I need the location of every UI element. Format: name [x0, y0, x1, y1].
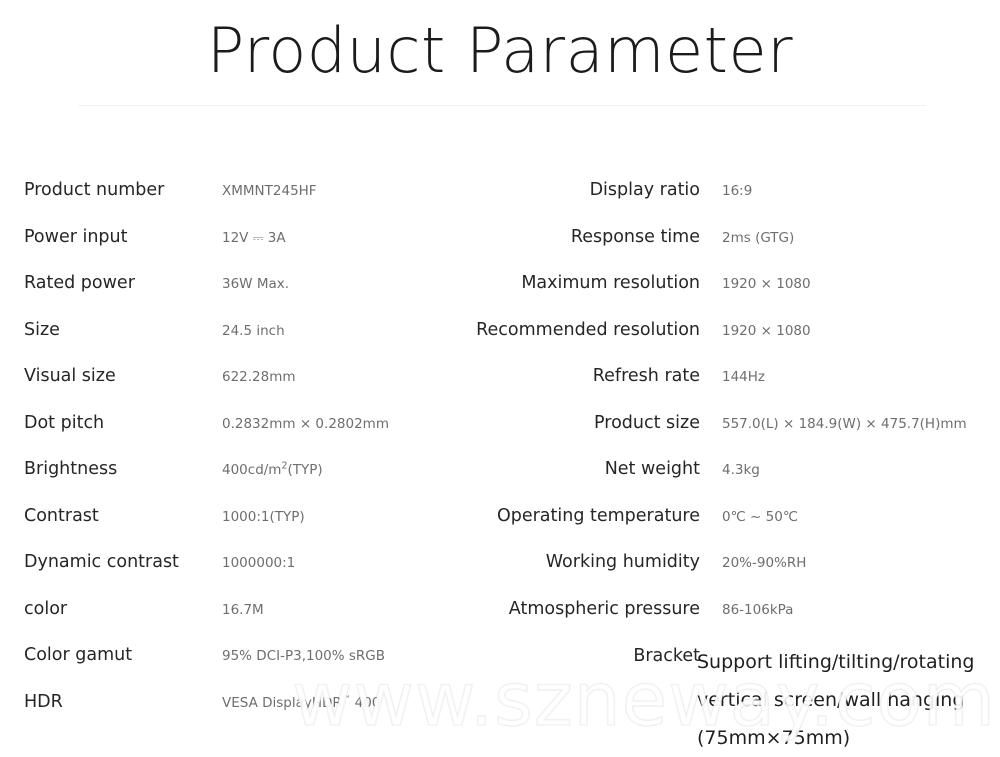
spec-label: Size	[24, 319, 60, 340]
spec-label: Net weight	[604, 459, 700, 479]
spec-label: Display ratio	[589, 180, 700, 200]
spec-value: 1000:1(TYP)	[222, 508, 305, 525]
table-row: Color gamut 95% DCI-P3,100% sRGB	[0, 643, 500, 690]
table-row: Refresh rate 144Hz	[440, 364, 1000, 411]
page-title: Product Parameter	[206, 14, 794, 87]
spec-label: Dynamic contrast	[24, 552, 179, 572]
spec-label: HDR	[24, 691, 63, 712]
spec-label: Color gamut	[24, 645, 133, 665]
spec-value: 95% DCI-P3,100% sRGB	[222, 648, 386, 664]
spec-value: 0℃ ~ 50℃	[722, 508, 798, 525]
table-row: color 16.7M	[0, 597, 500, 644]
spec-label: Power input	[24, 226, 128, 247]
spec-label: Bracket	[633, 646, 700, 666]
title-divider	[78, 105, 926, 106]
spec-value: 16.7M	[222, 601, 264, 618]
spec-label: Maximum resolution	[521, 273, 700, 293]
table-row: Maximum resolution 1920 × 1080	[440, 271, 1000, 318]
spec-value: 4.3kg	[722, 462, 760, 478]
table-row: Power input 12V ⎓ 3A	[0, 225, 500, 272]
spec-value: VESA DisplayHDR™ 400	[222, 694, 381, 711]
spec-value: 86-106kPa	[722, 601, 794, 618]
spec-value: 0.2832mm × 0.2802mm	[222, 415, 389, 432]
table-row: Working humidity 20%-90%RH	[440, 550, 1000, 597]
table-row: Size 24.5 inch	[0, 318, 500, 365]
spec-label: Product size	[594, 412, 700, 433]
spec-label: Response time	[570, 226, 700, 247]
spec-label: Brightness	[24, 459, 118, 479]
spec-value-line: (75mm×75mm)	[697, 727, 851, 749]
spec-value: 12V ⎓ 3A	[222, 229, 286, 246]
spec-value: 2ms (GTG)	[722, 229, 795, 246]
spec-value-line: vertical screen/wall hanging	[697, 689, 965, 711]
spec-value: 144Hz	[722, 369, 766, 385]
spec-label: Atmospheric pressure	[508, 598, 700, 619]
table-row: Atmospheric pressure 86-106kPa	[440, 597, 1000, 644]
table-row: Brightness 400cd/m2(TYP)	[0, 457, 500, 504]
spec-value: 36W Max.	[222, 276, 290, 292]
spec-value: 20%-90%RH	[722, 555, 807, 571]
table-row: HDR VESA DisplayHDR™ 400	[0, 690, 500, 737]
table-row: Visual size 622.28mm	[0, 364, 500, 411]
spec-value: 400cd/m2(TYP)	[222, 460, 323, 478]
spec-label: Visual size	[24, 366, 116, 386]
spec-value: 622.28mm	[222, 369, 296, 385]
spec-label: Working humidity	[545, 552, 700, 572]
spec-label: Dot pitch	[24, 412, 105, 433]
table-row: Display ratio 16:9	[440, 178, 1000, 225]
spec-label: Contrast	[24, 505, 99, 526]
table-row: Dot pitch 0.2832mm × 0.2802mm	[0, 411, 500, 458]
spec-label: Product number	[24, 180, 165, 200]
spec-value-line: Support lifting/tilting/rotating	[697, 651, 975, 673]
spec-value: 1920 × 1080	[722, 276, 811, 292]
table-row: Product number XMMNT245HF	[0, 178, 500, 225]
table-row: Recommended resolution 1920 × 1080	[440, 318, 1000, 365]
table-row: Response time 2ms (GTG)	[440, 225, 1000, 272]
table-row: Operating temperature 0℃ ~ 50℃	[440, 504, 1000, 551]
spec-value: 557.0(L) × 184.9(W) × 475.7(H)mm	[722, 415, 967, 432]
spec-label: color	[24, 598, 68, 619]
spec-value: 24.5 inch	[222, 322, 285, 339]
table-row: Bracket Support lifting/tilting/rotating v…	[440, 643, 1000, 749]
spec-value: XMMNT245HF	[222, 183, 317, 199]
specification-table: Product number XMMNT245HF Power input 12V ⎓…	[0, 178, 1000, 749]
table-row: Net weight 4.3kg	[440, 457, 1000, 504]
spec-label: Rated power	[24, 273, 135, 293]
table-row: Contrast 1000:1(TYP)	[0, 504, 500, 551]
spec-value: Support lifting/tilting/rotating vertical…	[697, 643, 997, 757]
table-row: Product size 557.0(L) × 184.9(W) × 475.7(…	[440, 411, 1000, 458]
spec-value: 1000000:1	[222, 555, 296, 571]
spec-label: Recommended resolution	[476, 319, 700, 340]
spec-label: Refresh rate	[592, 366, 700, 386]
spec-value: 16:9	[722, 183, 753, 199]
table-row: Dynamic contrast 1000000:1	[0, 550, 500, 597]
table-row: Rated power 36W Max.	[0, 271, 500, 318]
spec-value: 1920 × 1080	[722, 322, 811, 339]
spec-label: Operating temperature	[496, 505, 700, 526]
